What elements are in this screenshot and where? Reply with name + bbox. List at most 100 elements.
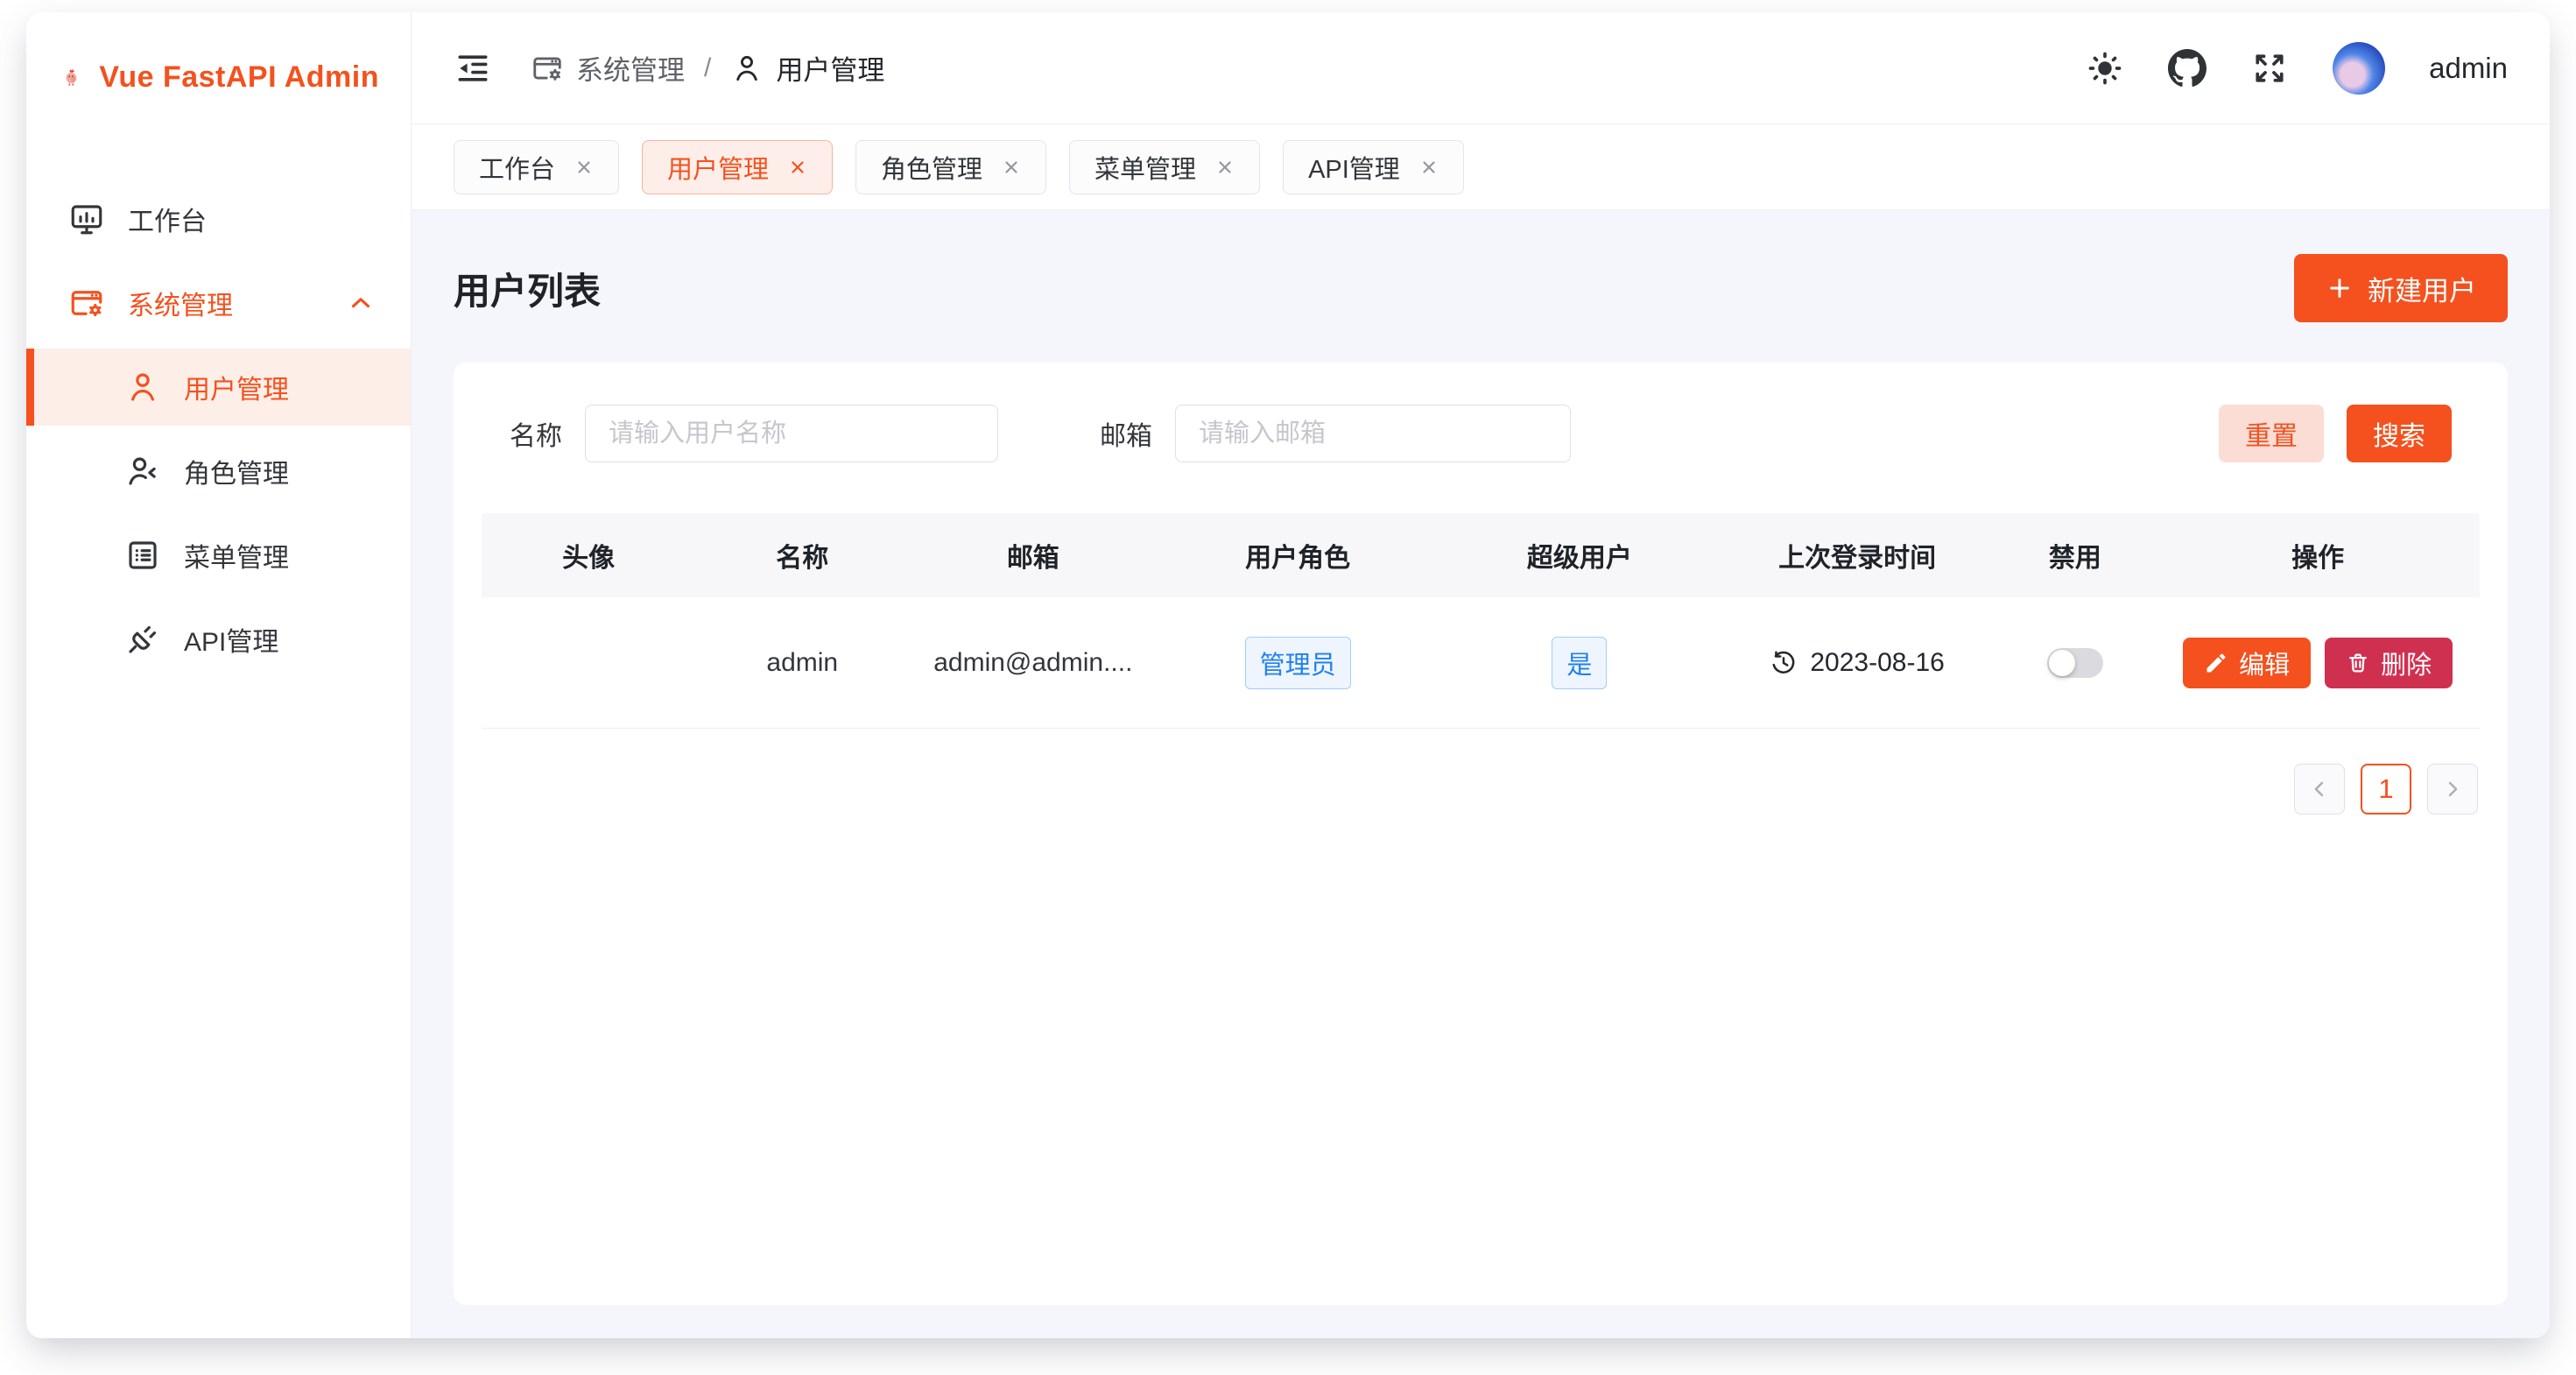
close-icon[interactable] [574, 158, 594, 177]
sidebar-item-menus[interactable]: 菜单管理 [26, 517, 411, 594]
disabled-toggle[interactable] [2047, 648, 2103, 678]
user-icon [124, 369, 161, 405]
username-label[interactable]: admin [2429, 52, 2508, 85]
tab-bar: 工作台 用户管理 角色管理 菜单管理 API管理 [412, 124, 2550, 210]
monitor-chart-icon [68, 201, 105, 237]
table-row: admin admin@admin.... 管理员 是 [482, 597, 2480, 729]
cell-name: admin [695, 648, 909, 678]
breadcrumb-current[interactable]: 用户管理 [730, 48, 884, 88]
sidebar-item-label: 用户管理 [184, 368, 289, 406]
col-header-email: 邮箱 [909, 536, 1157, 575]
delete-button[interactable]: 删除 [2325, 638, 2453, 688]
col-header-superuser: 超级用户 [1439, 536, 1721, 575]
page-number-current[interactable]: 1 [2361, 764, 2411, 814]
next-page-button[interactable] [2427, 764, 2478, 814]
tab-label: 用户管理 [667, 149, 769, 186]
chick-mascot-icon [63, 49, 80, 105]
window-gear-icon [531, 52, 564, 85]
sidebar-item-users[interactable]: 用户管理 [26, 349, 411, 426]
breadcrumb: 系统管理 / 用户管理 [531, 48, 884, 88]
plug-icon [124, 621, 161, 658]
close-icon[interactable] [1002, 158, 1021, 177]
main-area: 系统管理 / 用户管理 [412, 12, 2550, 1338]
close-icon[interactable] [1419, 158, 1439, 177]
close-icon[interactable] [1215, 158, 1235, 177]
tab-label: 菜单管理 [1094, 149, 1196, 186]
col-header-name: 名称 [695, 536, 909, 575]
breadcrumb-parent-label: 系统管理 [576, 48, 685, 88]
reset-button[interactable]: 重置 [2219, 405, 2324, 462]
tab-roles[interactable]: 角色管理 [855, 140, 1046, 194]
email-filter-input[interactable] [1175, 405, 1571, 462]
sidebar-item-label: 菜单管理 [184, 536, 289, 575]
email-filter-label: 邮箱 [1100, 414, 1152, 453]
tab-workbench[interactable]: 工作台 [454, 140, 619, 194]
page-content: 用户列表 新建用户 名称 邮箱 重置 搜索 [412, 210, 2550, 1338]
breadcrumb-separator: / [704, 53, 711, 83]
top-header: 系统管理 / 用户管理 [412, 12, 2550, 124]
chevron-right-icon [2440, 777, 2465, 801]
tab-label: 角色管理 [881, 149, 982, 186]
header-actions: admin [2086, 42, 2508, 95]
sidebar-item-label: 角色管理 [184, 452, 289, 490]
sidebar-item-system[interactable]: 系统管理 [26, 264, 411, 342]
cell-superuser: 是 [1439, 637, 1721, 689]
search-button[interactable]: 搜索 [2347, 405, 2452, 462]
tab-users[interactable]: 用户管理 [642, 140, 833, 194]
col-header-actions: 操作 [2156, 536, 2480, 575]
delete-label: 删除 [2381, 645, 2432, 681]
tab-api[interactable]: API管理 [1283, 140, 1464, 194]
list-square-icon [124, 537, 161, 574]
page-title: 用户列表 [454, 262, 601, 315]
pagination: 1 [482, 764, 2480, 814]
app-window: Vue FastAPI Admin 工作台 系统管理 [26, 12, 2550, 1338]
user-arrow-icon [124, 453, 161, 490]
sidebar-item-label: 系统管理 [128, 284, 233, 322]
tab-label: API管理 [1308, 149, 1400, 186]
tab-label: 工作台 [479, 149, 555, 186]
sidebar-item-label: API管理 [184, 620, 278, 659]
col-header-disabled: 禁用 [1994, 536, 2156, 575]
breadcrumb-parent[interactable]: 系统管理 [531, 48, 685, 88]
close-icon[interactable] [788, 158, 807, 177]
user-avatar[interactable] [2333, 42, 2385, 95]
pencil-icon [2204, 651, 2228, 675]
sidebar-item-roles[interactable]: 角色管理 [26, 433, 411, 510]
cell-email: admin@admin.... [909, 648, 1157, 678]
prev-page-button[interactable] [2294, 764, 2345, 814]
col-header-role: 用户角色 [1157, 536, 1439, 575]
sidebar-item-api[interactable]: API管理 [26, 601, 411, 678]
name-filter-input[interactable] [585, 405, 998, 462]
clock-history-icon [1770, 649, 1798, 677]
app-title: Vue FastAPI Admin [99, 60, 379, 95]
page-header: 用户列表 新建用户 [454, 254, 2508, 322]
fullscreen-icon[interactable] [2250, 49, 2289, 88]
filter-bar: 名称 邮箱 重置 搜索 [482, 399, 2480, 462]
cell-disabled [1994, 648, 2156, 678]
chevron-left-icon [2307, 777, 2332, 801]
role-tag: 管理员 [1245, 637, 1351, 689]
sidebar-menu: 工作台 系统管理 用户管 [26, 131, 411, 678]
last-login-value: 2023-08-16 [1810, 648, 1944, 678]
tab-menus[interactable]: 菜单管理 [1069, 140, 1260, 194]
github-icon[interactable] [2168, 49, 2206, 88]
chevron-up-icon [346, 288, 376, 318]
cell-role: 管理员 [1157, 637, 1439, 689]
col-header-avatar: 头像 [482, 536, 695, 575]
collapse-sidebar-icon[interactable] [454, 49, 492, 88]
new-user-button[interactable]: 新建用户 [2294, 254, 2508, 322]
new-user-label: 新建用户 [2368, 269, 2476, 308]
breadcrumb-current-label: 用户管理 [776, 48, 884, 88]
edit-label: 编辑 [2239, 645, 2290, 681]
toggle-knob [2049, 650, 2075, 676]
theme-sun-icon[interactable] [2086, 49, 2124, 88]
sidebar-item-workbench[interactable]: 工作台 [26, 180, 411, 257]
edit-button[interactable]: 编辑 [2183, 638, 2311, 688]
col-header-last-login: 上次登录时间 [1721, 536, 1995, 575]
app-logo: Vue FastAPI Admin [26, 12, 411, 131]
plus-icon [2326, 274, 2354, 302]
users-card: 名称 邮箱 重置 搜索 头像 名称 邮箱 用户角色 超 [454, 363, 2508, 1305]
sidebar-item-label: 工作台 [128, 200, 207, 238]
user-icon [730, 52, 764, 85]
sidebar: Vue FastAPI Admin 工作台 系统管理 [26, 12, 412, 1338]
